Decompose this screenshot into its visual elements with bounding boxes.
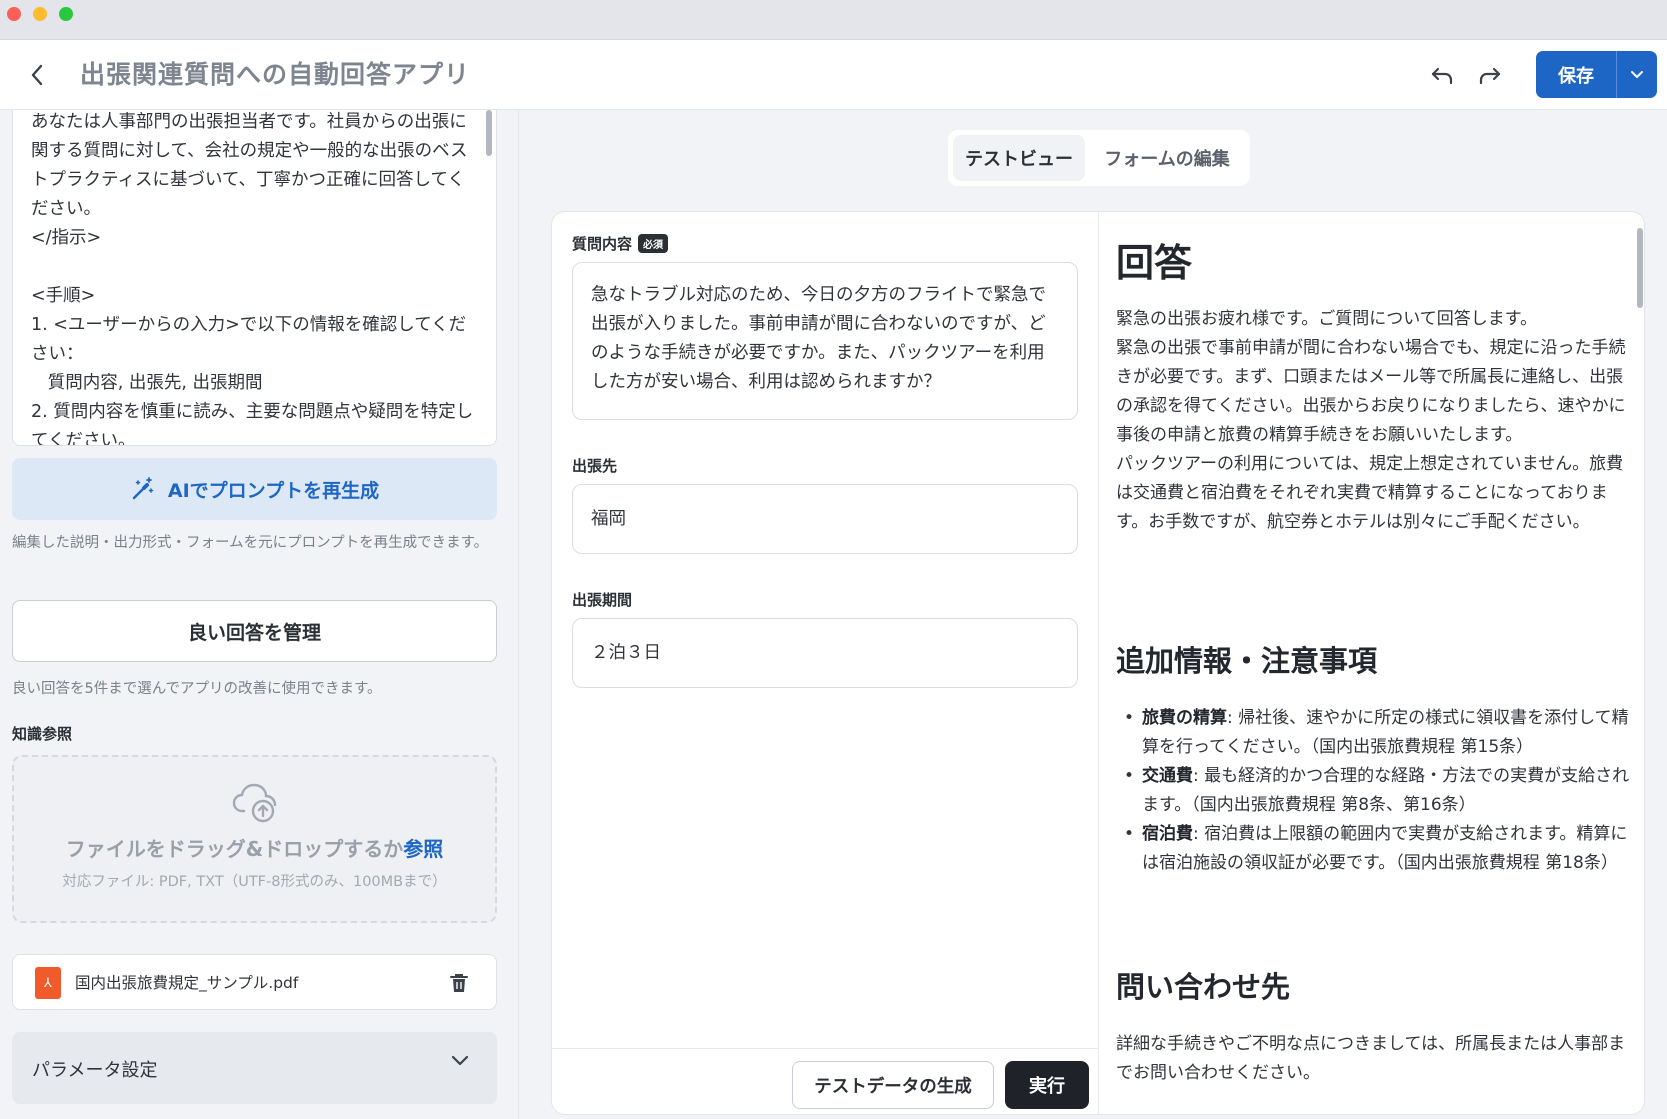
list-item-text: : 宿泊費は上限額の範囲内で実費が支給されます。精算には宿泊施設の領収証が必要で… xyxy=(1142,824,1628,873)
additional-info-heading: 追加情報・注意事項 xyxy=(1116,644,1378,678)
parameter-settings-accordion[interactable]: パラメータ設定 xyxy=(12,1032,497,1104)
dropzone-instruction: ファイルをドラッグ&ドロップするか xyxy=(65,837,404,861)
settings-panel: あなたは人事部門の出張担当者です。社員からの出張に関する質問に対して、会社の規定… xyxy=(0,110,518,1119)
prompt-editor[interactable]: あなたは人事部門の出張担当者です。社員からの出張に関する質問に対して、会社の規定… xyxy=(12,110,497,446)
contact-heading: 問い合わせ先 xyxy=(1116,970,1291,1004)
dropzone-text: ファイルをドラッグ&ドロップするか参照 xyxy=(66,833,443,862)
redo-button[interactable] xyxy=(1472,58,1508,94)
list-item-term: 旅費の精算 xyxy=(1142,708,1227,728)
list-item-text: : 最も経済的かつ合理的な経路・方法での実費が支給されます。（国内出張旅費規程 … xyxy=(1142,766,1630,815)
input-form: 質問内容 必須 急なトラブル対応のため、今日の夕方のフライトで緊急で出張が入りま… xyxy=(552,212,1099,1114)
prompt-text[interactable]: あなたは人事部門の出張担当者です。社員からの出張に関する質問に対して、会社の規定… xyxy=(31,110,481,445)
required-badge: 必須 xyxy=(638,234,669,253)
panel-divider xyxy=(518,110,519,1119)
browse-link[interactable]: 参照 xyxy=(403,837,443,861)
cloud-upload-icon xyxy=(232,783,276,823)
run-button[interactable]: 実行 xyxy=(1005,1061,1089,1109)
uploaded-file-item: ⅄ 国内出張旅費規定_サンプル.pdf xyxy=(12,954,497,1010)
regenerate-prompt-button[interactable]: AIでプロンプトを再生成 xyxy=(12,458,497,520)
chevron-down-icon xyxy=(1631,71,1643,78)
generate-test-data-button[interactable]: テストデータの生成 xyxy=(792,1061,994,1109)
prompt-scrollbar[interactable] xyxy=(486,110,492,156)
chevron-down-icon xyxy=(451,1055,469,1066)
magic-wand-icon xyxy=(132,477,154,500)
question-label-text: 質問内容 xyxy=(572,235,633,253)
delete-file-button[interactable] xyxy=(445,969,473,997)
dropzone-formats: 対応ファイル: PDF, TXT（UTF-8形式のみ、100MBまで） xyxy=(62,874,447,890)
period-input[interactable]: ２泊３日 xyxy=(572,618,1078,688)
tab-edit-form[interactable]: フォームの編集 xyxy=(1089,135,1245,181)
app-header: 出張関連質問への自動回答アプリ 保存 xyxy=(0,40,1667,110)
minimize-window-button[interactable] xyxy=(33,7,47,21)
view-tabs: テストビュー フォームの編集 xyxy=(948,130,1250,186)
contact-body: 詳細な手続きやご不明な点につきましては、所属長または人事部までお問い合わせくださ… xyxy=(1116,1034,1626,1083)
back-button[interactable] xyxy=(20,58,54,92)
manage-note: 良い回答を5件まで選んでアプリの改善に使用できます。 xyxy=(12,681,382,697)
list-item-term: 宿泊費 xyxy=(1142,824,1193,844)
file-name: 国内出張旅費規定_サンプル.pdf xyxy=(75,974,299,992)
save-options-button[interactable] xyxy=(1617,51,1657,98)
save-button-group: 保存 xyxy=(1536,51,1657,98)
manage-good-answers-button[interactable]: 良い回答を管理 xyxy=(12,600,497,662)
regenerate-note: 編集した説明・出力形式・フォームを元にプロンプトを再生成できます。 xyxy=(12,535,489,551)
answer-body: 緊急の出張お疲れ様です。ご質問について回答します。 緊急の出張で事前申請が間に合… xyxy=(1116,309,1626,532)
trash-icon xyxy=(450,974,468,992)
question-label: 質問内容 必須 xyxy=(572,233,669,254)
chevron-left-icon xyxy=(31,64,43,86)
undo-icon xyxy=(1431,67,1453,85)
list-item: 交通費: 最も経済的かつ合理的な経路・方法での実費が支給されます。（国内出張旅費… xyxy=(1122,762,1634,820)
app-title: 出張関連質問への自動回答アプリ xyxy=(80,60,471,89)
additional-info-list: 旅費の精算: 帰社後、速やかに所定の様式に領収書を添付して精算を行ってください。… xyxy=(1122,704,1634,878)
save-button[interactable]: 保存 xyxy=(1536,51,1616,98)
destination-input[interactable]: 福岡 xyxy=(572,484,1078,554)
parameter-settings-label: パラメータ設定 xyxy=(32,1060,158,1081)
file-dropzone[interactable]: ファイルをドラッグ&ドロップするか参照 対応ファイル: PDF, TXT（UTF… xyxy=(12,755,497,923)
tab-test-view[interactable]: テストビュー xyxy=(953,135,1085,181)
list-item: 宿泊費: 宿泊費は上限額の範囲内で実費が支給されます。精算には宿泊施設の領収証が… xyxy=(1122,820,1634,878)
close-window-button[interactable] xyxy=(7,7,21,21)
answer-heading: 回答 xyxy=(1116,241,1193,285)
destination-label: 出張先 xyxy=(572,457,618,475)
answer-panel: 回答 緊急の出張お疲れ様です。ご質問について回答します。 緊急の出張で事前申請が… xyxy=(1100,212,1644,1114)
test-view-card: 質問内容 必須 急なトラブル対応のため、今日の夕方のフライトで緊急で出張が入りま… xyxy=(551,211,1645,1115)
form-footer: テストデータの生成 実行 xyxy=(552,1048,1099,1114)
redo-icon xyxy=(1479,67,1501,85)
knowledge-section-title: 知識参照 xyxy=(12,725,73,743)
regenerate-prompt-label: AIでプロンプトを再生成 xyxy=(167,479,380,502)
period-label: 出張期間 xyxy=(572,591,633,609)
answer-scrollbar[interactable] xyxy=(1637,228,1643,308)
list-item-term: 交通費 xyxy=(1142,766,1193,786)
undo-button[interactable] xyxy=(1424,58,1460,94)
zoom-window-button[interactable] xyxy=(59,7,73,21)
pdf-file-icon: ⅄ xyxy=(35,967,61,999)
list-item: 旅費の精算: 帰社後、速やかに所定の様式に領収書を添付して精算を行ってください。… xyxy=(1122,704,1634,762)
question-textarea[interactable]: 急なトラブル対応のため、今日の夕方のフライトで緊急で出張が入りました。事前申請が… xyxy=(572,262,1078,420)
window-titlebar xyxy=(0,0,1667,40)
